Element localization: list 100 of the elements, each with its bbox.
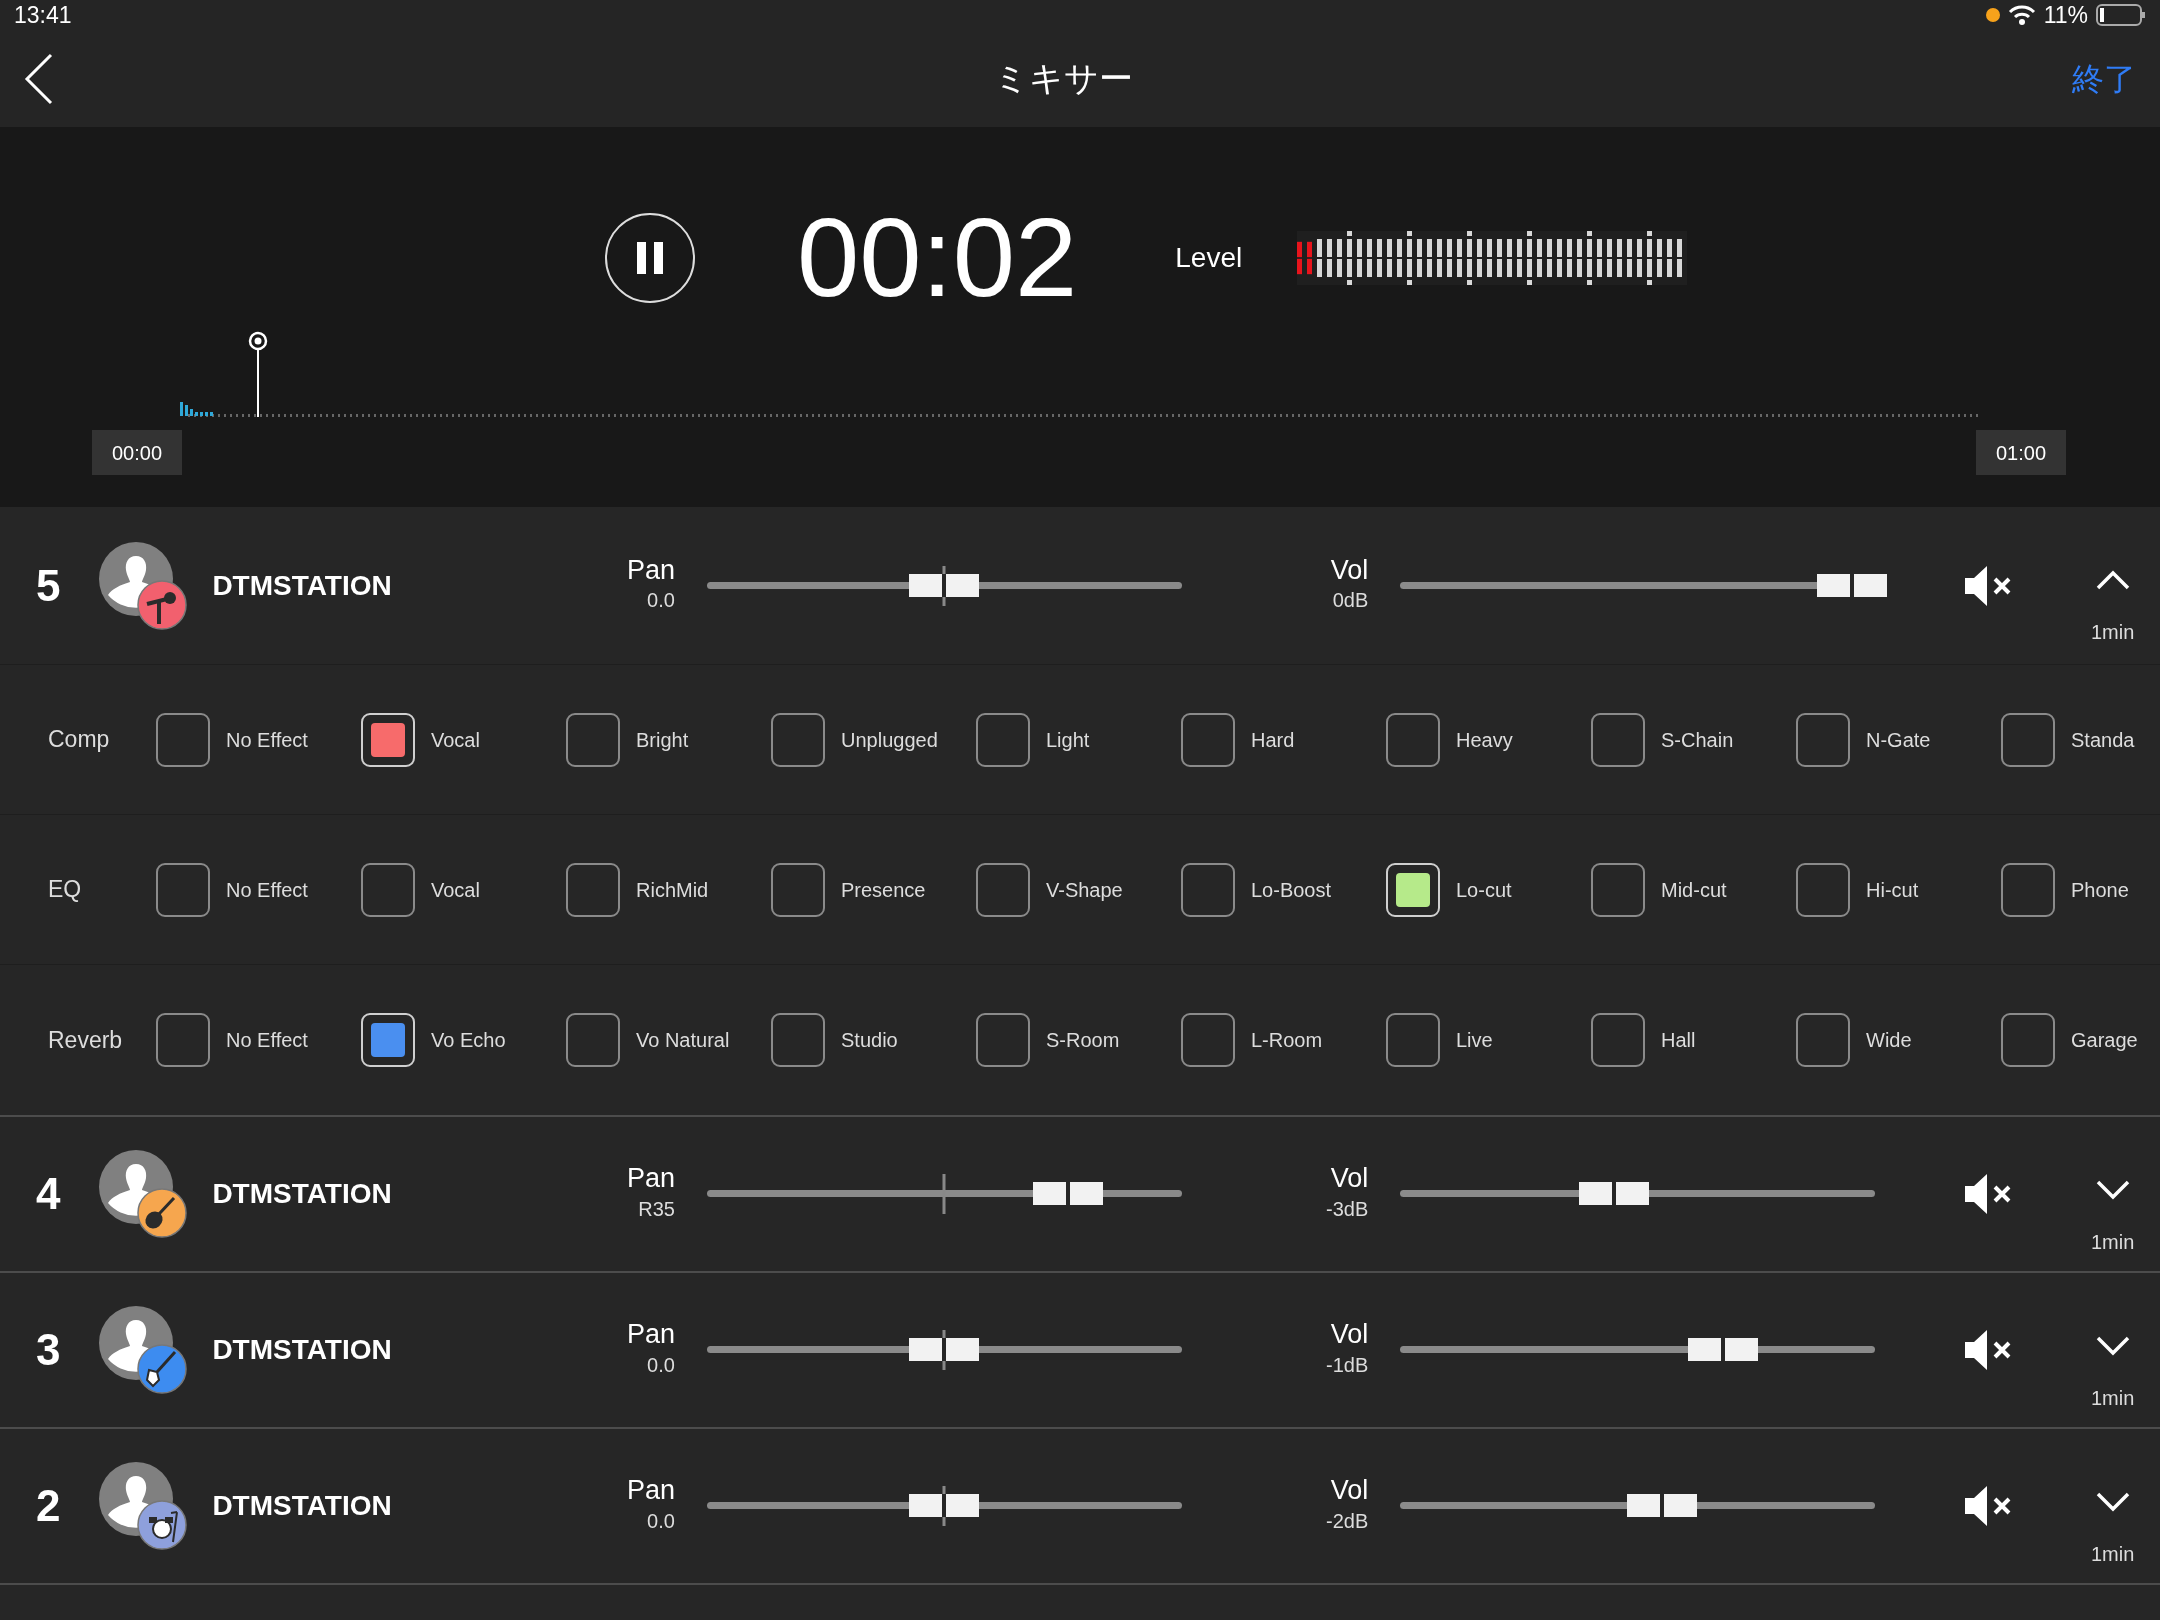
- option-label[interactable]: S-Chain: [1661, 724, 1734, 755]
- timeline-track[interactable]: [186, 414, 1980, 417]
- checkbox[interactable]: [361, 1013, 415, 1067]
- option-label[interactable]: Hall: [1661, 1025, 1696, 1055]
- checkbox[interactable]: [771, 712, 825, 767]
- slider-thumb[interactable]: [1688, 1338, 1759, 1361]
- option-label[interactable]: Bright: [636, 724, 689, 755]
- pause-button[interactable]: [605, 213, 695, 303]
- done-button[interactable]: 終了: [2072, 54, 2136, 103]
- slider-value: -1dB: [1326, 1352, 1369, 1378]
- checkbox[interactable]: [1591, 1013, 1645, 1067]
- mute-icon[interactable]: [1962, 563, 2013, 608]
- checkbox[interactable]: [1386, 1013, 1440, 1067]
- slider-label: Pan: [626, 1476, 675, 1506]
- slider-thumb[interactable]: [1579, 1182, 1649, 1205]
- checkbox[interactable]: [566, 862, 620, 917]
- option-label[interactable]: Phone: [2071, 874, 2129, 905]
- slider-label: Vol: [1330, 1476, 1369, 1506]
- checkbox[interactable]: [2001, 1013, 2055, 1067]
- mute-icon[interactable]: [1962, 1172, 2013, 1216]
- option-label[interactable]: No Effect: [226, 874, 308, 905]
- option-label[interactable]: Vo Natural: [636, 1025, 730, 1055]
- mute-icon[interactable]: [1962, 1328, 2013, 1372]
- checkbox[interactable]: [976, 1013, 1030, 1067]
- option-label[interactable]: Lo-cut: [1456, 874, 1512, 905]
- checkbox[interactable]: [1386, 862, 1440, 917]
- slider-thumb[interactable]: [909, 1338, 980, 1361]
- slider-value: 0.0: [647, 1508, 675, 1534]
- checkbox[interactable]: [566, 1013, 620, 1067]
- playhead[interactable]: [246, 330, 269, 417]
- option-label[interactable]: Vocal: [431, 724, 480, 755]
- checkbox[interactable]: [156, 712, 210, 767]
- option-label[interactable]: No Effect: [226, 1025, 308, 1055]
- option-label[interactable]: Studio: [841, 1025, 898, 1055]
- battery-percent: 11%: [2043, 0, 2088, 30]
- slider-thumb[interactable]: [909, 573, 980, 597]
- clock-time: 13:41: [14, 0, 72, 30]
- option-label[interactable]: RichMid: [636, 874, 709, 905]
- chevron-down-icon[interactable]: [2094, 1335, 2131, 1357]
- option-label[interactable]: S-Room: [1046, 1025, 1120, 1055]
- checkbox[interactable]: [1591, 862, 1645, 917]
- option-label[interactable]: No Effect: [226, 724, 308, 755]
- chevron-up-icon[interactable]: [2094, 569, 2131, 591]
- duration-label: 1min: [2091, 1542, 2135, 1567]
- track-number: 5: [35, 559, 62, 612]
- checkbox[interactable]: [361, 862, 415, 917]
- checkbox[interactable]: [1181, 712, 1235, 767]
- pause-icon: [635, 242, 665, 274]
- option-label[interactable]: Light: [1046, 724, 1090, 755]
- guitar-icon: [137, 1344, 188, 1394]
- checkbox[interactable]: [1181, 1013, 1235, 1067]
- option-label[interactable]: L-Room: [1251, 1025, 1323, 1055]
- checkbox[interactable]: [2001, 862, 2055, 917]
- track-name: DTMSTATION: [212, 1333, 393, 1367]
- checkbox[interactable]: [1796, 862, 1850, 917]
- option-label[interactable]: Wide: [1866, 1025, 1912, 1055]
- checkbox[interactable]: [156, 1013, 210, 1067]
- checkbox[interactable]: [361, 712, 415, 767]
- checkbox[interactable]: [976, 712, 1030, 767]
- option-label[interactable]: Garage: [2071, 1025, 2138, 1055]
- chevron-down-icon[interactable]: [2094, 1491, 2131, 1513]
- option-label[interactable]: Unplugged: [841, 724, 938, 755]
- screen-title: ミキサー: [993, 58, 1133, 99]
- slider-label: Pan: [626, 555, 675, 586]
- slider-label: Vol: [1330, 1164, 1369, 1194]
- option-label[interactable]: Lo-Boost: [1251, 874, 1332, 905]
- option-label[interactable]: Hi-cut: [1866, 874, 1919, 905]
- checkbox[interactable]: [976, 862, 1030, 917]
- checkbox[interactable]: [156, 862, 210, 917]
- checkbox[interactable]: [771, 1013, 825, 1067]
- back-icon[interactable]: [24, 52, 54, 105]
- option-label[interactable]: Hard: [1251, 724, 1295, 755]
- slider-thumb[interactable]: [1032, 1182, 1103, 1205]
- mute-icon[interactable]: [1962, 1484, 2013, 1528]
- option-label[interactable]: V-Shape: [1046, 874, 1123, 905]
- option-label[interactable]: Live: [1456, 1025, 1493, 1055]
- option-label[interactable]: Heavy: [1456, 724, 1513, 755]
- slider-thumb[interactable]: [909, 1494, 980, 1517]
- slider-thumb[interactable]: [1816, 573, 1887, 597]
- option-label[interactable]: Vocal: [431, 874, 480, 905]
- track-name: DTMSTATION: [212, 1177, 393, 1211]
- chevron-down-icon[interactable]: [2094, 1179, 2131, 1201]
- level-label: Level: [1175, 241, 1243, 275]
- checkbox[interactable]: [771, 862, 825, 917]
- option-label[interactable]: N-Gate: [1866, 724, 1931, 755]
- checkbox[interactable]: [1796, 712, 1850, 767]
- checkbox[interactable]: [1796, 1013, 1850, 1067]
- checkbox[interactable]: [2001, 712, 2055, 767]
- option-label[interactable]: Presence: [841, 874, 926, 905]
- option-label[interactable]: Mid-cut: [1661, 874, 1727, 905]
- track-number: 3: [35, 1324, 62, 1376]
- checkbox[interactable]: [1591, 712, 1645, 767]
- recording-dot-icon: [1985, 8, 2000, 22]
- option-label[interactable]: Standa: [2071, 724, 2135, 755]
- checkbox[interactable]: [566, 712, 620, 767]
- checkbox[interactable]: [1181, 862, 1235, 917]
- option-label[interactable]: Vo Echo: [431, 1025, 506, 1055]
- slider-value: 0.0: [647, 588, 675, 614]
- slider-thumb[interactable]: [1626, 1494, 1697, 1517]
- checkbox[interactable]: [1386, 712, 1440, 767]
